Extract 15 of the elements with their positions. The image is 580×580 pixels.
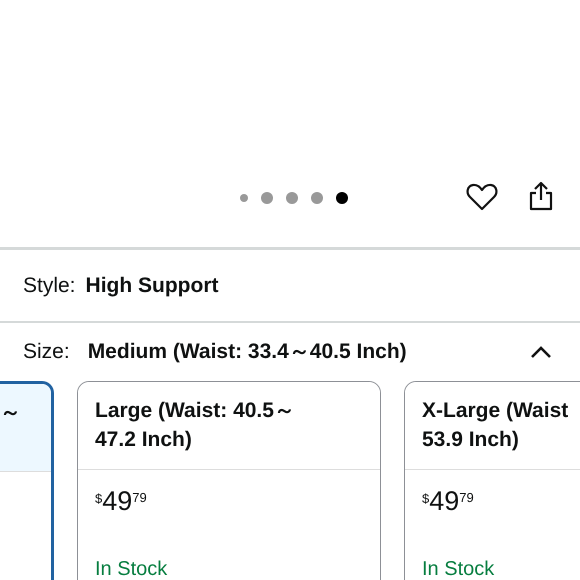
size-option-title: ～ <box>0 400 21 426</box>
wishlist-heart-icon[interactable] <box>466 182 498 212</box>
collapse-caret-icon[interactable] <box>530 345 552 359</box>
size-label: Size: <box>23 339 70 366</box>
size-value: Medium (Waist: 33.4～40.5 Inch) <box>88 339 407 366</box>
size-option-card[interactable]: ～ <box>0 381 54 580</box>
stock-status: In Stock <box>422 557 494 580</box>
style-value: High Support <box>86 272 219 299</box>
size-option-title: Large (Waist: 40.5～ <box>95 398 295 424</box>
stock-status: In Stock <box>95 557 168 580</box>
size-option-title: 47.2 Inch) <box>95 427 192 453</box>
size-option-title: 53.9 Inch) <box>422 427 519 453</box>
share-icon[interactable] <box>528 180 554 212</box>
size-option-title: X-Large (Waist <box>422 398 568 424</box>
style-label: Style: <box>23 272 76 299</box>
